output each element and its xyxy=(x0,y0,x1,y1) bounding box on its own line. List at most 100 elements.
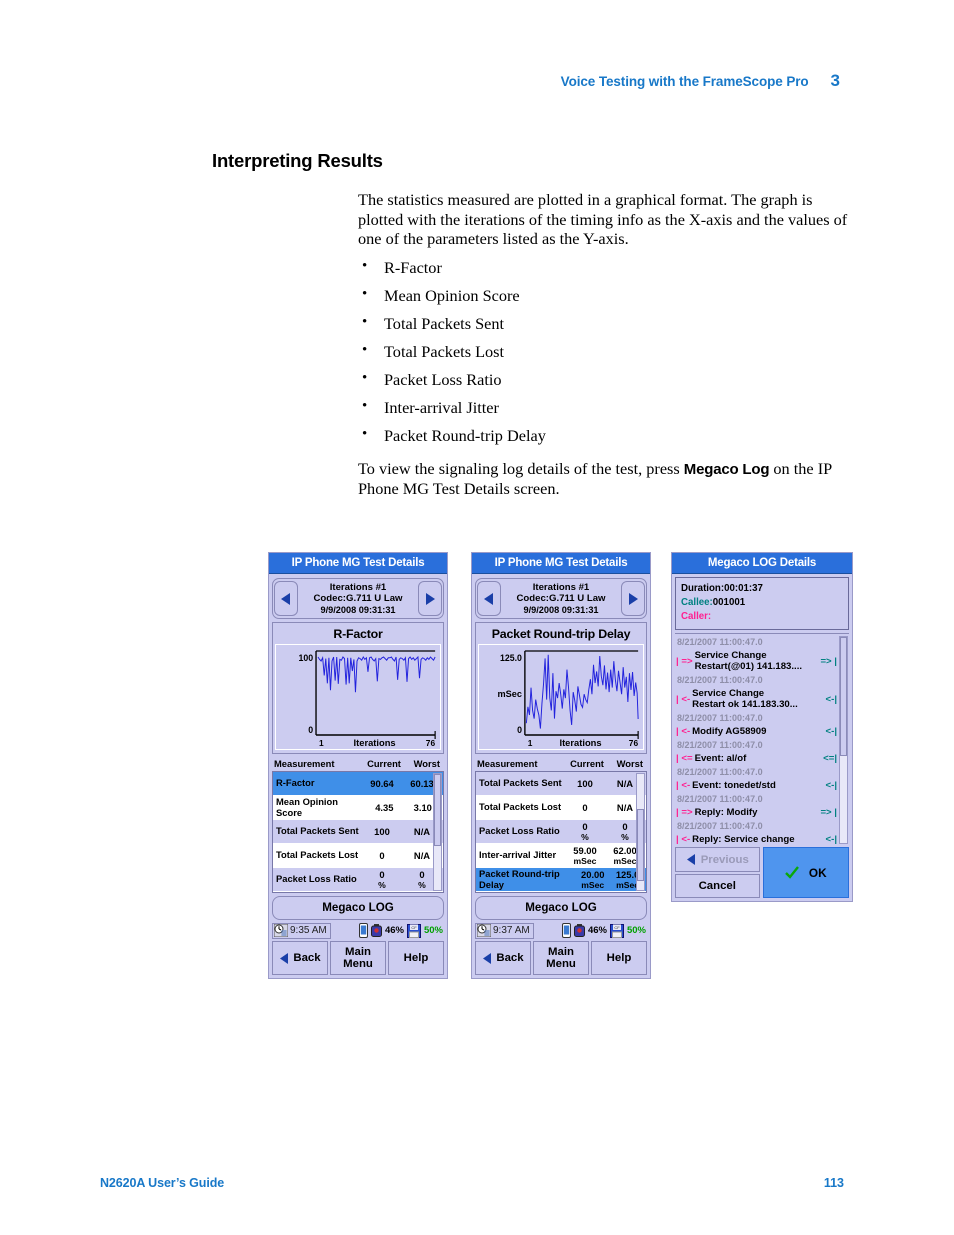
device3-log-scrollbar[interactable] xyxy=(839,636,848,844)
device2-y-min-label: 0 xyxy=(517,725,522,735)
device1-clock: 9:35 AM xyxy=(272,922,331,939)
row-label: Total Packets Lost xyxy=(479,801,562,813)
floppy-disk-icon: CF xyxy=(609,923,624,938)
device1-megaco-log-button[interactable]: Megaco LOG xyxy=(272,896,444,920)
row-current: 0 xyxy=(582,801,588,813)
device3-ok-button[interactable]: OK xyxy=(762,847,849,898)
device3-previous-button[interactable]: Previous xyxy=(675,847,760,872)
device1-main-menu-button[interactable]: Main Menu xyxy=(330,941,386,975)
row-current: 0 xyxy=(379,849,385,861)
device3-cancel-button[interactable]: Cancel xyxy=(675,874,760,898)
row-current: 4.35 xyxy=(375,801,394,813)
device1-time: 9:35 AM xyxy=(290,925,327,936)
svg-text:CF: CF xyxy=(411,925,417,930)
row-current: 100 xyxy=(374,825,390,837)
device3-previous-label: Previous xyxy=(700,853,749,866)
device1-measurement-table[interactable]: R-Factor 90.64 60.13 Mean Opinion Score … xyxy=(272,771,444,893)
list-item[interactable]: | <- Event: tonedet/std <-| xyxy=(676,779,837,793)
device1-battery-pct: 46% xyxy=(384,925,404,936)
table-row[interactable]: R-Factor 90.64 60.13 xyxy=(273,772,443,796)
scrollbar-thumb[interactable] xyxy=(434,774,441,846)
device2-status-bar: 9:37 AM 46% CF 50% xyxy=(475,922,647,939)
device2-next-button[interactable] xyxy=(621,581,645,616)
log-direction: | <- xyxy=(676,834,691,845)
device2-back-button[interactable]: Back xyxy=(475,941,531,975)
log-direction: | <- xyxy=(676,780,691,791)
log-direction: | => xyxy=(676,807,693,818)
roundtrip-delay-line-chart: 125.0 mSec 0 1 Iterations 76 xyxy=(479,645,643,749)
scrollbar-thumb[interactable] xyxy=(637,808,644,881)
device3-log-list-container[interactable]: 8/21/2007 11:00:47.0 | => Service Change… xyxy=(675,633,849,845)
scrollbar-thumb[interactable] xyxy=(840,637,847,757)
log-end-marker: => | xyxy=(820,807,837,818)
table-row[interactable]: Total Packets Lost 0 N/A xyxy=(476,796,646,820)
device1-iteration-info: Iterations #1 Codec:G.711 U Law 9/9/2008… xyxy=(298,581,418,616)
device2-table-scrollbar[interactable] xyxy=(636,773,645,891)
device2-prev-button[interactable] xyxy=(477,581,501,616)
megaco-log-emphasis: Megaco Log xyxy=(683,460,770,478)
device1-timestamp: 9/9/2008 09:31:31 xyxy=(320,604,396,615)
device2-main-menu-button[interactable]: Main Menu xyxy=(533,941,589,975)
device1-y-min-label: 0 xyxy=(308,725,313,735)
device1-graph-title: R-Factor xyxy=(333,627,383,641)
log-timestamp: 8/21/2007 11:00:47.0 xyxy=(677,675,763,685)
device2-help-button[interactable]: Help xyxy=(591,941,647,975)
device-screen-3: Megaco LOG Details Duration:00:01:37 Cal… xyxy=(671,552,853,902)
row-current: 100 xyxy=(577,777,593,789)
list-item[interactable]: | <= Event: al/of <=| xyxy=(676,752,837,766)
caller-label: Caller: xyxy=(681,611,712,622)
device2-back-label: Back xyxy=(496,952,524,964)
log-end-marker: <=| xyxy=(823,753,837,764)
table-row[interactable]: Packet Loss Ratio 0% 0% xyxy=(273,868,443,892)
table-row[interactable]: Inter-arrival Jitter 59.00 mSec 62.00 mSec xyxy=(476,844,646,868)
outro-paragraph: To view the signaling log details of the… xyxy=(358,459,850,499)
log-end-marker: => | xyxy=(820,655,837,667)
left-triangle-icon xyxy=(280,952,289,964)
device3-ok-label: OK xyxy=(808,865,827,880)
table-row[interactable]: Mean Opinion Score 4.35 3.10 xyxy=(273,796,443,820)
device2-col-measurement: Measurement xyxy=(477,758,538,769)
log-end-marker: <-| xyxy=(825,834,837,845)
log-timestamp: 8/21/2007 11:00:47.0 xyxy=(677,767,763,777)
device1-help-button[interactable]: Help xyxy=(388,941,444,975)
device2-timestamp: 9/9/2008 09:31:31 xyxy=(523,604,599,615)
log-end-marker: <-| xyxy=(825,726,837,737)
device3-left-buttons: Previous Cancel xyxy=(675,847,760,898)
list-item[interactable]: | => Service Change Restart(@01) 141.183.… xyxy=(676,649,837,674)
duration-line: Duration:00:01:37 xyxy=(681,582,843,596)
rfactor-line-chart: 100 0 1 Iterations 76 xyxy=(276,645,440,749)
list-item: Inter-arrival Jitter xyxy=(358,397,850,417)
device2-iteration-info: Iterations #1 Codec:G.711 U Law 9/9/2008… xyxy=(501,581,621,616)
table-row[interactable]: Packet Round-trip Delay 20.00 mSec 125.0 m… xyxy=(476,868,646,892)
log-message: Reply: Service change xyxy=(692,834,795,845)
device2-measurement-table[interactable]: Total Packets Sent 100 N/A Total Packets… xyxy=(475,771,647,893)
list-item[interactable]: | <- Reply: Service change <-| xyxy=(676,833,837,845)
device3-cancel-label: Cancel xyxy=(698,880,736,892)
log-end-marker: <-| xyxy=(825,780,837,791)
log-timestamp: 8/21/2007 11:00:47.0 xyxy=(677,713,763,723)
row-label: Total Packets Lost xyxy=(276,849,359,861)
device2-storage-pct: 50% xyxy=(626,925,646,936)
device2-megaco-log-button[interactable]: Megaco LOG xyxy=(475,896,647,920)
battery-icon xyxy=(573,924,585,937)
device1-prev-button[interactable] xyxy=(274,581,298,616)
device1-button-row: Back Main Menu Help xyxy=(272,941,444,975)
table-row[interactable]: Packet Loss Ratio 0% 0% xyxy=(476,820,646,844)
table-row[interactable]: Total Packets Sent 100 N/A xyxy=(476,772,646,796)
left-triangle-icon xyxy=(483,952,492,964)
handheld-icon xyxy=(561,923,571,938)
device1-x-max-label: 76 xyxy=(426,738,436,748)
table-row[interactable]: Total Packets Sent 100 N/A xyxy=(273,820,443,844)
device1-table-scrollbar[interactable] xyxy=(433,773,442,891)
section-heading: Interpreting Results xyxy=(212,150,383,171)
log-message: Service Change Restart ok 141.183.30... xyxy=(692,688,798,710)
right-triangle-icon xyxy=(426,592,435,605)
list-item[interactable]: | <- Service Change Restart ok 141.183.30… xyxy=(676,687,837,712)
device1-back-button[interactable]: Back xyxy=(272,941,328,975)
table-row[interactable]: Total Packets Lost 0 N/A xyxy=(273,844,443,868)
device1-graph-plot: 100 0 1 Iterations 76 xyxy=(275,644,441,750)
callee-line: Callee:001001 xyxy=(681,596,843,610)
list-item[interactable]: | <- Modify AG58909 <-| xyxy=(676,725,837,739)
list-item[interactable]: | => Reply: Modify => | xyxy=(676,806,837,820)
device1-next-button[interactable] xyxy=(418,581,442,616)
